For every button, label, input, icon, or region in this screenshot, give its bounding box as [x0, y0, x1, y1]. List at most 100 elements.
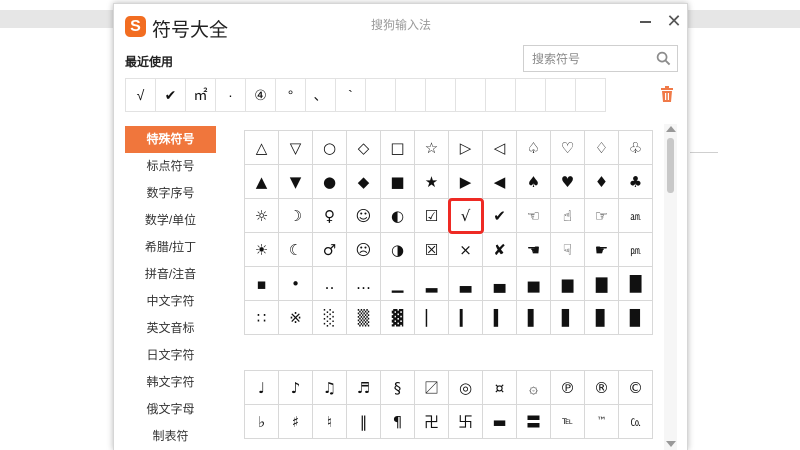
recent-symbol-cell[interactable]: ·	[215, 78, 246, 112]
symbol-cell[interactable]: ▁	[381, 267, 415, 301]
scroll-up-arrow-icon[interactable]	[666, 126, 676, 132]
symbol-cell[interactable]: ♤	[517, 131, 551, 165]
title-bar[interactable]: S 符号大全 搜狗输入法 ✕	[114, 4, 687, 44]
symbol-cell[interactable]: ◐	[381, 199, 415, 233]
symbol-cell[interactable]: ▇	[585, 267, 619, 301]
sidebar-item-2[interactable]: 标点符号	[125, 153, 216, 180]
symbol-cell[interactable]: ※	[279, 301, 313, 335]
symbol-cell[interactable]: ♪	[279, 371, 313, 405]
symbol-cell[interactable]: ▬	[483, 405, 517, 439]
symbol-cell[interactable]: ♂	[313, 233, 347, 267]
scroll-down-arrow-icon[interactable]	[666, 441, 676, 447]
symbol-cell[interactable]: ۞	[517, 371, 551, 405]
symbol-cell[interactable]: ▽	[279, 131, 313, 165]
symbol-cell[interactable]: ▍	[483, 301, 517, 335]
sidebar-item-10[interactable]: 韩文字符	[125, 369, 216, 396]
symbol-cell[interactable]: ©	[619, 371, 653, 405]
symbol-cell[interactable]: ▲	[245, 165, 279, 199]
sidebar-item-11[interactable]: 俄文字母	[125, 396, 216, 423]
sidebar-item-9[interactable]: 日文字符	[125, 342, 216, 369]
symbol-cell[interactable]: 卍	[415, 405, 449, 439]
symbol-cell[interactable]: ☽	[279, 199, 313, 233]
symbol-cell[interactable]: ♥	[551, 165, 585, 199]
symbol-cell[interactable]: □	[381, 131, 415, 165]
symbol-cell[interactable]: ㏂	[619, 199, 653, 233]
symbol-cell[interactable]: ♬	[347, 371, 381, 405]
symbol-cell[interactable]: ░	[313, 301, 347, 335]
symbol-cell[interactable]: ☹	[347, 233, 381, 267]
symbol-cell[interactable]: ●	[313, 165, 347, 199]
symbol-cell[interactable]: ▼	[279, 165, 313, 199]
recent-symbol-cell[interactable]	[575, 78, 606, 112]
vertical-scrollbar[interactable]	[664, 124, 677, 450]
symbol-cell[interactable]: ♢	[585, 131, 619, 165]
symbol-cell[interactable]: ‖	[347, 405, 381, 439]
recent-symbol-cell[interactable]: `	[335, 78, 366, 112]
recent-symbol-cell[interactable]	[425, 78, 456, 112]
symbol-cell[interactable]: ▊	[585, 301, 619, 335]
sidebar-item-1[interactable]: 特殊符号	[125, 126, 216, 153]
symbol-cell[interactable]: •	[279, 267, 313, 301]
symbol-cell[interactable]: ▂	[415, 267, 449, 301]
symbol-cell[interactable]: ☺	[347, 199, 381, 233]
symbol-cell[interactable]: ◆	[347, 165, 381, 199]
recent-symbol-cell[interactable]: ✔	[155, 78, 186, 112]
symbol-cell[interactable]: ▄	[483, 267, 517, 301]
symbol-cell[interactable]: █	[619, 267, 653, 301]
symbol-cell[interactable]: ☾	[279, 233, 313, 267]
symbol-cell[interactable]: ♣	[619, 165, 653, 199]
symbol-cell[interactable]: ▷	[449, 131, 483, 165]
symbol-cell[interactable]: …	[347, 267, 381, 301]
recent-symbol-cell[interactable]: ㎡	[185, 78, 216, 112]
symbol-cell[interactable]: ㏘	[619, 233, 653, 267]
symbol-cell[interactable]: ◑	[381, 233, 415, 267]
symbol-cell[interactable]: ∷	[245, 301, 279, 335]
symbol-cell[interactable]: ▅	[517, 267, 551, 301]
symbol-cell[interactable]: ♡	[551, 131, 585, 165]
symbol-cell[interactable]: ○	[313, 131, 347, 165]
symbol-cell[interactable]: ✘	[483, 233, 517, 267]
sidebar-item-12[interactable]: 制表符	[125, 423, 216, 450]
symbol-cell[interactable]: ◇	[347, 131, 381, 165]
symbol-cell[interactable]: ■	[381, 165, 415, 199]
symbol-cell[interactable]: ☜	[517, 199, 551, 233]
recent-symbol-cell[interactable]	[545, 78, 576, 112]
sidebar-item-8[interactable]: 英文音标	[125, 315, 216, 342]
symbol-cell[interactable]: ¤	[483, 371, 517, 405]
symbol-cell[interactable]: ♩	[245, 371, 279, 405]
symbol-cell[interactable]: ◀	[483, 165, 517, 199]
symbol-cell[interactable]: ㏇	[619, 405, 653, 439]
symbol-cell[interactable]: ×	[449, 233, 483, 267]
symbol-cell[interactable]: ☟	[551, 233, 585, 267]
symbol-cell[interactable]: ◎	[449, 371, 483, 405]
recent-symbol-cell[interactable]	[515, 78, 546, 112]
recent-symbol-cell[interactable]: √	[125, 78, 156, 112]
symbol-cell[interactable]: 卐	[449, 405, 483, 439]
recent-symbol-cell[interactable]: °	[275, 78, 306, 112]
symbol-cell[interactable]: ♦	[585, 165, 619, 199]
symbol-cell[interactable]: ®	[585, 371, 619, 405]
symbol-cell[interactable]: ▌	[517, 301, 551, 335]
symbol-cell[interactable]: ★	[415, 165, 449, 199]
symbol-cell[interactable]: ☛	[585, 233, 619, 267]
symbol-cell[interactable]: ♯	[279, 405, 313, 439]
symbol-cell[interactable]: ▎	[449, 301, 483, 335]
symbol-cell[interactable]: ☀	[245, 233, 279, 267]
symbol-cell[interactable]: ☚	[517, 233, 551, 267]
recent-symbol-cell[interactable]: ④	[245, 78, 276, 112]
symbol-cell[interactable]: ▏	[415, 301, 449, 335]
symbol-cell[interactable]: ▉	[619, 301, 653, 335]
symbol-cell[interactable]: ✔	[483, 199, 517, 233]
trash-icon[interactable]	[660, 86, 674, 102]
symbol-cell[interactable]: 〓	[517, 405, 551, 439]
symbol-cell[interactable]: ☞	[585, 199, 619, 233]
symbol-cell[interactable]: 〼	[415, 371, 449, 405]
close-button[interactable]: ✕	[663, 10, 685, 32]
symbol-cell[interactable]: ♭	[245, 405, 279, 439]
symbol-cell[interactable]: ℡	[551, 405, 585, 439]
symbol-cell[interactable]: ℗	[551, 371, 585, 405]
recent-symbol-cell[interactable]: 、	[305, 78, 336, 112]
symbol-cell[interactable]: ♧	[619, 131, 653, 165]
symbol-cell[interactable]: ¶	[381, 405, 415, 439]
recent-symbol-cell[interactable]	[395, 78, 426, 112]
